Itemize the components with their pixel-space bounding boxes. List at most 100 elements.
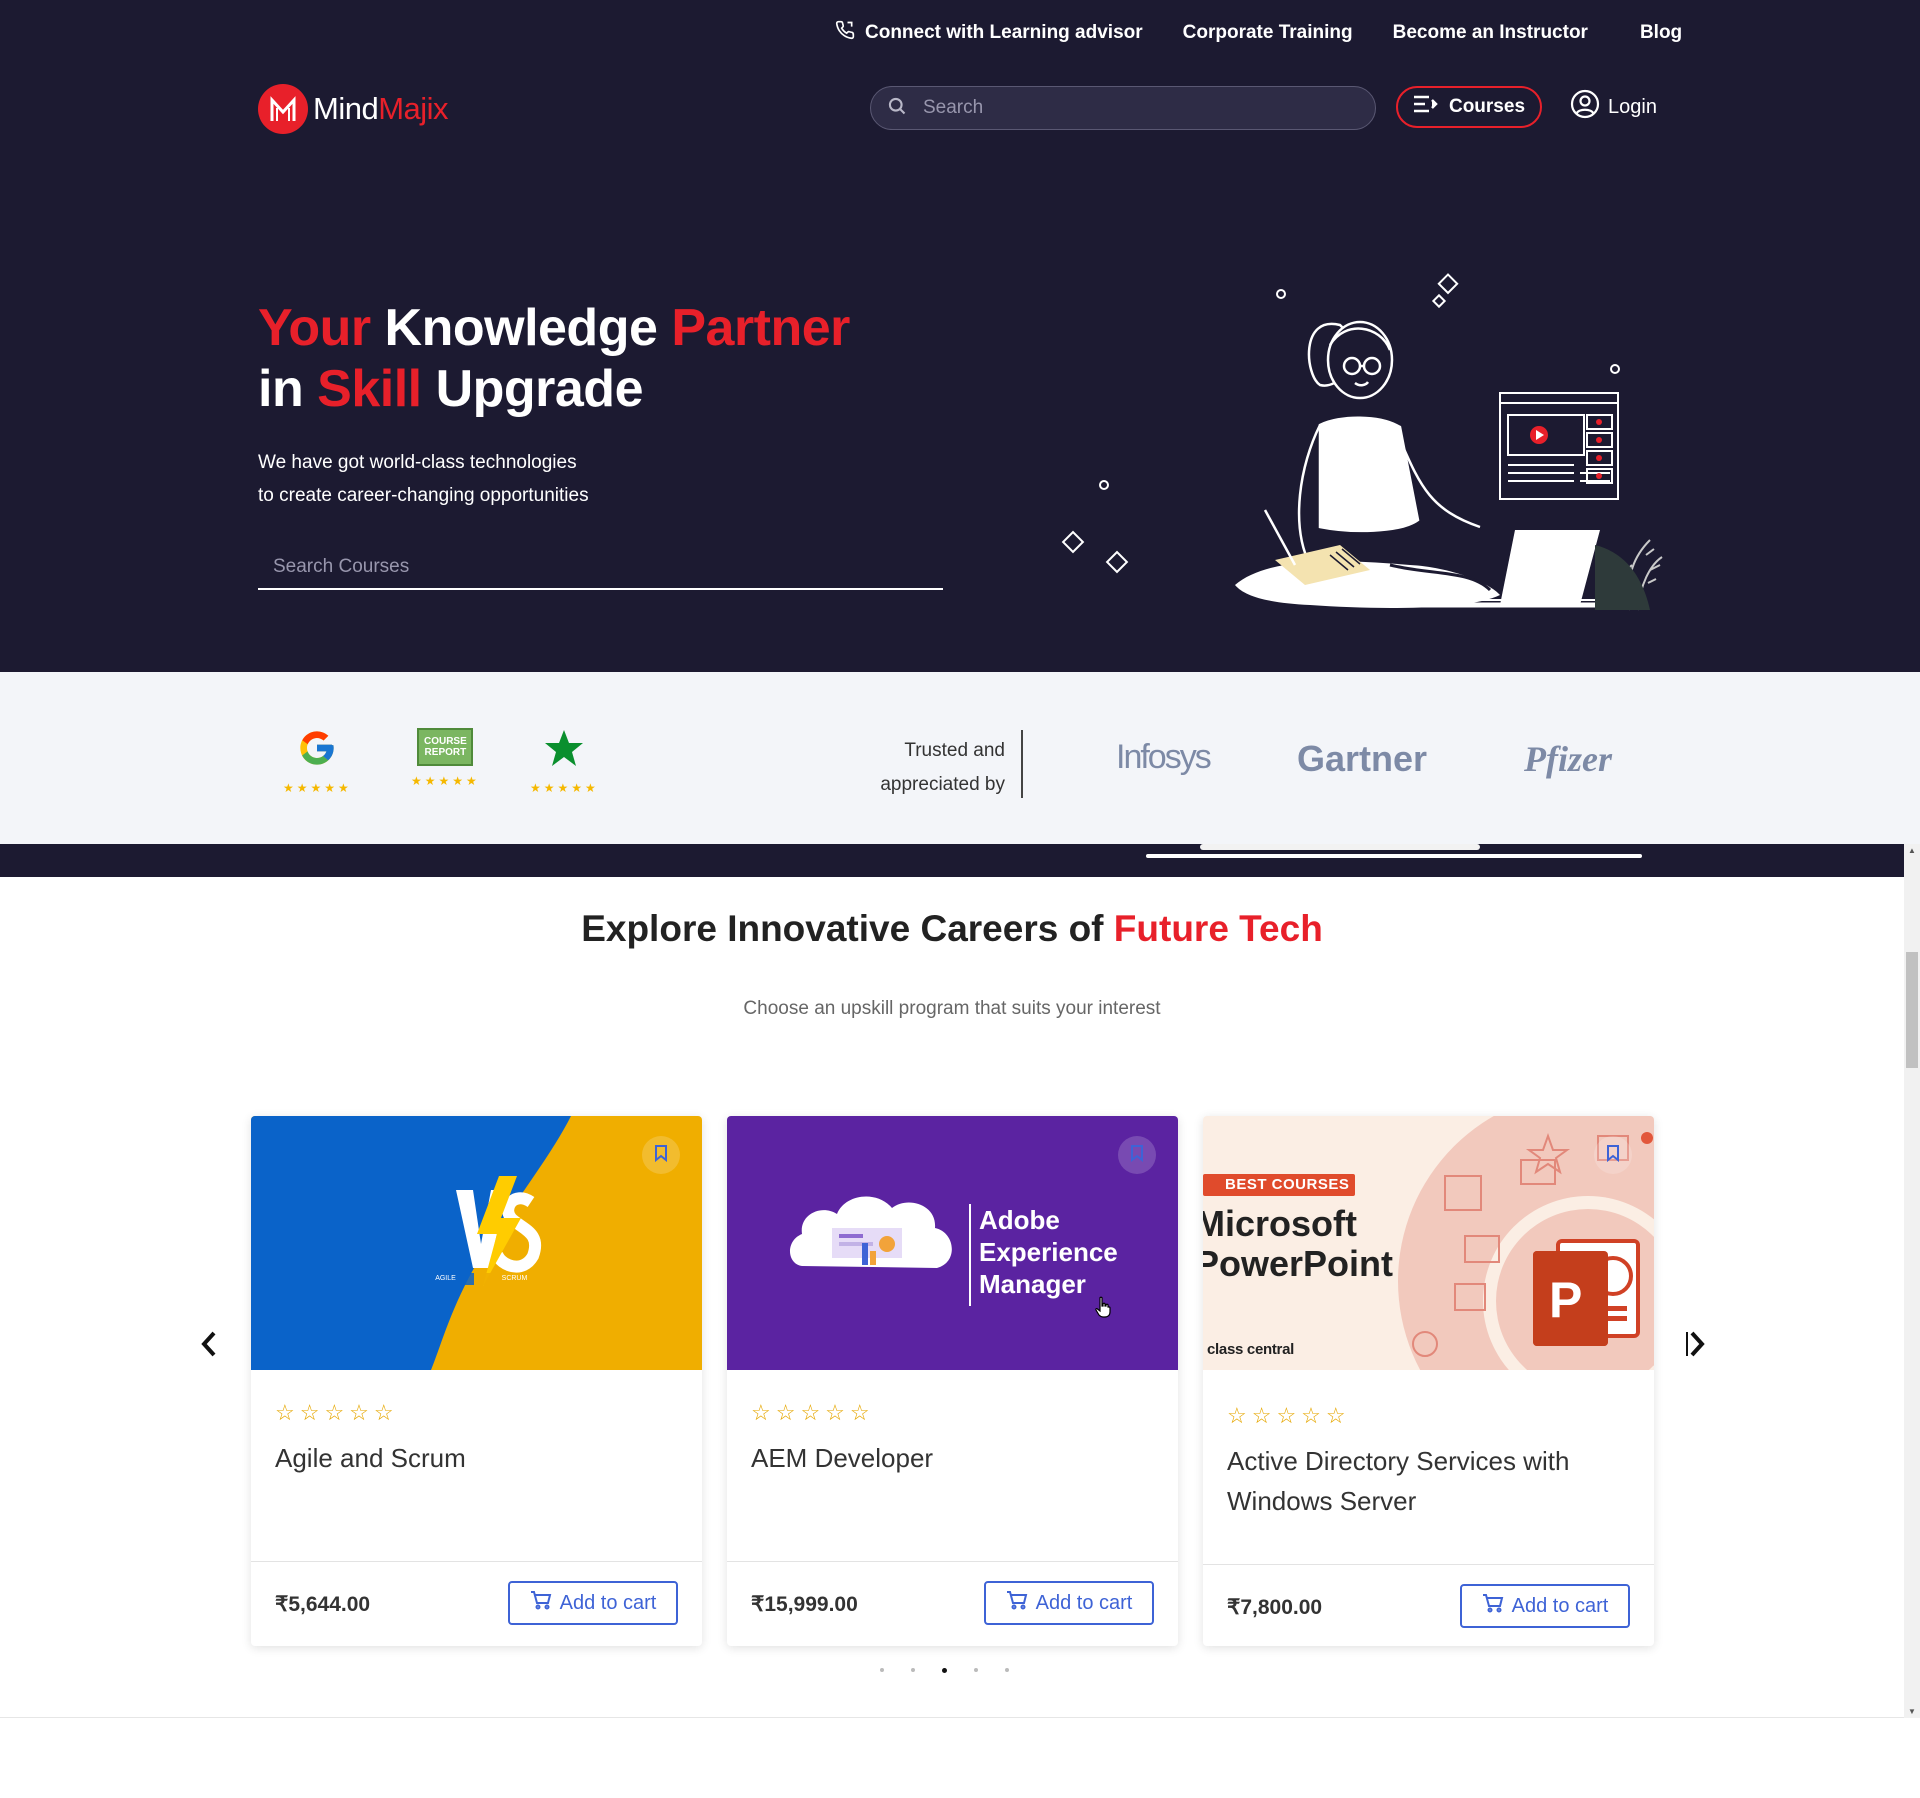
hero-subtitle-line2: to create career-changing opportunities: [258, 485, 589, 506]
user-icon: [1570, 89, 1600, 125]
card-divider: [1203, 1564, 1654, 1565]
bookmark-icon: [1130, 1144, 1144, 1167]
explore-title: Explore Innovative Careers of Future Tec…: [0, 908, 1904, 950]
course-rating-stars: ☆☆☆☆☆: [1227, 1403, 1351, 1428]
explore-title-main: Explore Innovative Careers of: [581, 908, 1114, 949]
section-separator: [0, 844, 1904, 877]
course-report-rating-stars: ★★★★★: [411, 774, 480, 788]
powerpoint-image-line1: Microsoft: [1203, 1203, 1357, 1244]
bookmark-button[interactable]: [1118, 1136, 1156, 1174]
agile-image-label: AGILE: [435, 1275, 456, 1282]
course-report-review[interactable]: COURSE REPORT ★★★★★: [411, 728, 480, 788]
pointer-cursor-icon: [1094, 1296, 1112, 1323]
corporate-training-link[interactable]: Corporate Training: [1183, 22, 1353, 44]
bookmark-icon: [1606, 1144, 1620, 1167]
explore-title-accent: Future Tech: [1113, 908, 1323, 949]
search-icon: [887, 96, 907, 121]
course-price: ₹15,999.00: [751, 1593, 858, 1616]
course-title[interactable]: Agile and Scrum: [275, 1438, 675, 1478]
trusted-line1: Trusted and: [904, 740, 1005, 761]
trust-strip: ★★★★★ COURSE REPORT ★★★★★ ★★★★★ Trusted …: [0, 672, 1920, 844]
course-card[interactable]: P BEST COURSES Microsoft PowerPoint clas…: [1203, 1116, 1654, 1646]
course-title[interactable]: Active Directory Services with Windows S…: [1227, 1441, 1627, 1521]
carousel-dot[interactable]: [1005, 1668, 1009, 1672]
aem-image-text: Adobe Experience Manager: [979, 1204, 1118, 1300]
carousel-dot-active[interactable]: [942, 1668, 947, 1673]
trust-divider: [1021, 730, 1023, 798]
logo-text-majix: Majix: [378, 91, 449, 126]
aem-image-line2: Experience: [979, 1237, 1118, 1267]
hero-subtitle: We have got world-class technologies to …: [258, 446, 589, 512]
trustpilot-rating-stars: ★★★★★: [530, 781, 599, 795]
add-to-cart-label: Add to cart: [1511, 1594, 1609, 1617]
scrollbar-thumb[interactable]: [1906, 952, 1918, 1068]
course-price: ₹5,644.00: [275, 1593, 371, 1616]
trusted-by-label: Trusted and appreciated by: [855, 734, 1005, 802]
google-review[interactable]: ★★★★★: [283, 728, 352, 795]
headline-your: Your: [258, 299, 371, 357]
add-to-cart-label: Add to cart: [559, 1591, 657, 1614]
courses-menu-icon: [1413, 94, 1439, 120]
powerpoint-p-letter: P: [1549, 1272, 1583, 1328]
login-label: Login: [1608, 95, 1657, 118]
learning-advisor-label: Connect with Learning advisor: [865, 22, 1143, 43]
powerpoint-image-line2: PowerPoint: [1203, 1243, 1394, 1284]
hero-search-field[interactable]: [258, 548, 943, 590]
cart-icon: [1482, 1593, 1504, 1619]
hero-subtitle-line1: We have got world-class technologies: [258, 452, 577, 473]
class-central-logo: class central: [1207, 1341, 1294, 1358]
course-card[interactable]: Adobe Experience Manager ☆☆☆☆☆ AEM Devel…: [727, 1116, 1178, 1646]
hero-section: Connect with Learning advisor Corporate …: [0, 0, 1920, 672]
course-title[interactable]: AEM Developer: [751, 1438, 1151, 1478]
hero-search-input[interactable]: [258, 548, 943, 586]
card-divider: [251, 1561, 702, 1562]
best-courses-badge: BEST COURSES: [1225, 1176, 1350, 1193]
hero-headline: Your Knowledge Partner in Skill Upgrade: [258, 298, 850, 420]
powerpoint-image-title: Microsoft PowerPoint: [1203, 1204, 1393, 1284]
headline-skill: Skill: [317, 360, 422, 418]
bookmark-button[interactable]: [1594, 1136, 1632, 1174]
separator-line: [1146, 854, 1642, 858]
headline-in: in: [258, 360, 318, 418]
logo-mark-icon: [258, 84, 308, 134]
trustpilot-star-icon: [544, 728, 584, 773]
add-to-cart-button[interactable]: Add to cart: [984, 1581, 1154, 1625]
courses-button[interactable]: Courses: [1396, 86, 1542, 128]
infosys-logo: Infosys: [1116, 738, 1212, 776]
carousel-dot[interactable]: [880, 1668, 884, 1672]
page-scrollbar[interactable]: ▲ ▼: [1904, 844, 1920, 1718]
google-icon: [297, 728, 337, 773]
header-search-bar[interactable]: [870, 86, 1376, 130]
card-divider: [727, 1561, 1178, 1562]
course-card[interactable]: AGILE SCRUM ☆☆☆☆☆ Agile and Scrum ₹5,644…: [251, 1116, 702, 1646]
gartner-logo: Gartner: [1297, 738, 1428, 779]
course-image-agile: AGILE SCRUM: [251, 1116, 702, 1370]
cart-icon: [1006, 1590, 1028, 1616]
course-image-aem: Adobe Experience Manager: [727, 1116, 1178, 1370]
scroll-up-arrow-icon[interactable]: ▲: [1908, 846, 1916, 855]
course-rating-stars: ☆☆☆☆☆: [751, 1400, 875, 1425]
carousel-dot[interactable]: [911, 1668, 915, 1672]
login-button[interactable]: Login: [1570, 89, 1657, 125]
hero-illustration: [1061, 273, 1663, 611]
learning-advisor-link[interactable]: Connect with Learning advisor: [835, 20, 1143, 46]
mindmajix-logo[interactable]: MindMajix: [258, 84, 449, 134]
headline-knowledge: Knowledge: [370, 299, 672, 357]
scroll-down-arrow-icon[interactable]: ▼: [1908, 1707, 1916, 1716]
add-to-cart-button[interactable]: Add to cart: [508, 1581, 678, 1625]
trustpilot-review[interactable]: ★★★★★: [530, 728, 599, 795]
header-search-input[interactable]: [921, 96, 1345, 120]
add-to-cart-label: Add to cart: [1035, 1591, 1133, 1614]
carousel-pagination: [880, 1668, 1009, 1673]
become-instructor-link[interactable]: Become an Instructor: [1393, 22, 1588, 44]
carousel-prev-arrow[interactable]: [199, 1330, 219, 1366]
separator-line-top: [1200, 844, 1480, 850]
blog-link[interactable]: Blog: [1640, 22, 1682, 44]
add-to-cart-button[interactable]: Add to cart: [1460, 1584, 1630, 1628]
phone-icon: [835, 20, 855, 46]
bookmark-icon: [654, 1144, 668, 1167]
bookmark-button[interactable]: [642, 1136, 680, 1174]
carousel-dot[interactable]: [974, 1668, 978, 1672]
explore-subtitle: Choose an upskill program that suits you…: [743, 998, 1161, 1019]
carousel-next-arrow[interactable]: [1685, 1330, 1705, 1366]
